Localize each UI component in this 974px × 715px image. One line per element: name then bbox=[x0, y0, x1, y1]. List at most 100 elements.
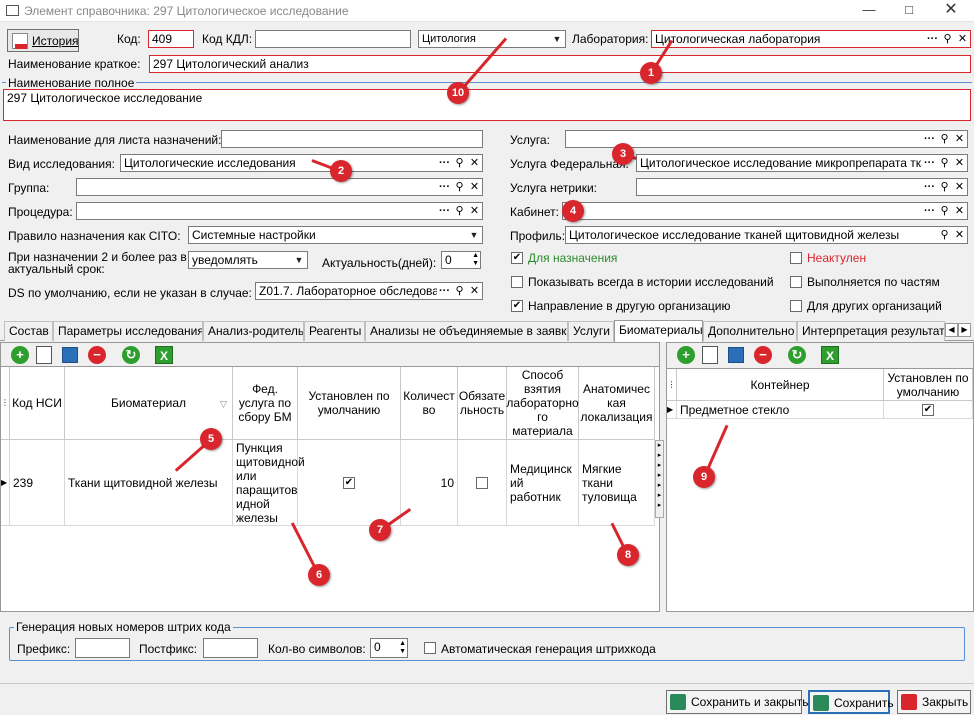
cell-checkbox[interactable]: ✔ bbox=[922, 403, 934, 416]
more-icon[interactable]: ··· bbox=[922, 203, 937, 219]
save-close-button[interactable]: Сохранить и закрыть bbox=[666, 690, 808, 714]
save-icon[interactable] bbox=[728, 347, 744, 363]
group-input[interactable]: ··· ⚲ ✕ bbox=[76, 178, 483, 196]
search-icon[interactable]: ⚲ bbox=[452, 155, 467, 171]
grid-header-1[interactable]: Код НСИ bbox=[10, 367, 65, 440]
tab-1[interactable]: Состав bbox=[4, 321, 53, 341]
edit-icon[interactable] bbox=[702, 346, 718, 364]
repeat-select[interactable]: уведомлять ▼ bbox=[188, 251, 308, 269]
ds-input[interactable]: Z01.7. Лабораторное обследование ··· ⚲ ✕ bbox=[255, 282, 483, 300]
more-icon[interactable]: ··· bbox=[922, 155, 937, 171]
actuality-stepper[interactable]: 0 ▲ ▼ bbox=[441, 251, 481, 269]
checkbox[interactable] bbox=[790, 300, 802, 312]
clear-icon[interactable]: ✕ bbox=[467, 203, 482, 219]
tab-4[interactable]: Реагенты bbox=[304, 321, 365, 341]
clear-icon[interactable]: ✕ bbox=[952, 131, 967, 147]
category-select[interactable]: Цитология ▼ bbox=[418, 30, 566, 48]
clear-icon[interactable]: ✕ bbox=[952, 203, 967, 219]
search-icon[interactable]: ⚲ bbox=[452, 283, 467, 299]
tab-9[interactable]: Интерпретация результат bbox=[797, 321, 945, 341]
checkbox[interactable] bbox=[511, 276, 523, 288]
clear-icon[interactable]: ✕ bbox=[952, 155, 967, 171]
tab-8[interactable]: Дополнительно bbox=[703, 321, 797, 341]
delete-icon[interactable]: − bbox=[88, 346, 106, 364]
close-window-icon[interactable]: ✕ bbox=[936, 0, 966, 22]
excel-icon[interactable]: X bbox=[155, 346, 173, 364]
checkbox[interactable]: ✔ bbox=[511, 252, 523, 264]
spin-icon[interactable]: ▲ ▼ bbox=[399, 640, 406, 656]
fed-service-input[interactable]: Цитологическое исследование микропрепара… bbox=[636, 154, 968, 172]
short-name-input[interactable]: 297 Цитологический анализ bbox=[149, 55, 971, 73]
grid-header-4[interactable]: Установлен по умолчанию bbox=[298, 367, 401, 440]
refresh-icon[interactable]: ↻ bbox=[788, 346, 806, 364]
refresh-icon[interactable]: ↻ bbox=[122, 346, 140, 364]
chevron-down-icon[interactable]: ▼ bbox=[291, 252, 307, 268]
procedure-input[interactable]: ··· ⚲ ✕ bbox=[76, 202, 483, 220]
search-icon[interactable]: ⚲ bbox=[937, 227, 952, 243]
tab-3[interactable]: Анализ-родитель bbox=[203, 321, 304, 341]
profile-input[interactable]: Цитологическое исследование тканей щитов… bbox=[565, 226, 968, 244]
grid-cell-required[interactable] bbox=[458, 440, 507, 526]
tab-scroll-left-icon[interactable]: ◀ bbox=[945, 323, 958, 337]
cito-select[interactable]: Системные настройки ▼ bbox=[188, 226, 483, 244]
grid-header-3[interactable]: Фед. услуга по сбору БМ bbox=[233, 367, 298, 440]
search-icon[interactable]: ⚲ bbox=[452, 203, 467, 219]
grid-header-container[interactable]: Контейнер bbox=[677, 369, 884, 401]
minimize-icon[interactable]: — bbox=[854, 0, 884, 22]
chevron-down-icon[interactable]: ▼ bbox=[466, 227, 482, 243]
grid-cell-quantity[interactable]: 10 bbox=[401, 440, 458, 526]
spin-icon[interactable]: ▲ ▼ bbox=[472, 252, 479, 268]
search-icon[interactable]: ⚲ bbox=[937, 203, 952, 219]
search-icon[interactable]: ⚲ bbox=[452, 179, 467, 195]
clear-icon[interactable]: ✕ bbox=[467, 155, 482, 171]
add-icon[interactable]: + bbox=[11, 346, 29, 364]
row-selector-icon[interactable]: ▶ bbox=[1, 440, 10, 526]
cell-checkbox[interactable]: ✔ bbox=[343, 476, 355, 489]
kdl-input[interactable] bbox=[255, 30, 411, 48]
search-icon[interactable]: ⚲ bbox=[937, 179, 952, 195]
more-icon[interactable]: ··· bbox=[437, 283, 452, 299]
grid-header-5[interactable]: Количест во bbox=[401, 367, 458, 440]
sort-icon[interactable]: ▽ bbox=[220, 399, 227, 410]
more-icon[interactable]: ··· bbox=[925, 31, 940, 47]
grid-cell-default[interactable]: ✔ bbox=[298, 440, 401, 526]
tab-6[interactable]: Услуги bbox=[568, 321, 614, 341]
postfix-input[interactable] bbox=[203, 638, 258, 658]
list-name-input[interactable] bbox=[221, 130, 483, 148]
more-icon[interactable]: ··· bbox=[437, 203, 452, 219]
grid-cell-fed_service[interactable]: Пункция щитовидной или паращитов идной ж… bbox=[233, 440, 305, 526]
clear-icon[interactable]: ✕ bbox=[952, 227, 967, 243]
prefix-input[interactable] bbox=[75, 638, 130, 658]
maximize-icon[interactable]: □ bbox=[894, 0, 924, 22]
grid-cell-location[interactable]: Мягкие ткани туловища bbox=[579, 440, 655, 526]
excel-icon[interactable]: X bbox=[821, 346, 839, 364]
close-button[interactable]: Закрыть bbox=[897, 690, 971, 714]
save-button[interactable]: Сохранить bbox=[808, 690, 894, 714]
tab-5[interactable]: Анализы не объединяемые в заявку bbox=[365, 321, 568, 341]
more-icon[interactable]: ··· bbox=[437, 155, 452, 171]
lab-input[interactable]: Цитологическая лаборатория ··· ⚲ ✕ bbox=[651, 30, 971, 48]
auto-barcode-checkbox[interactable] bbox=[424, 642, 436, 654]
grid-cell-container[interactable]: Предметное стекло bbox=[677, 401, 884, 419]
grid-cell-method[interactable]: Медицинск ий работник bbox=[507, 440, 579, 526]
splitter-handle[interactable]: ▸ ▸ ▸ ▸ ▸ ▸ ▸ bbox=[655, 440, 664, 518]
history-button[interactable]: История bbox=[7, 29, 79, 52]
edit-icon[interactable] bbox=[36, 346, 52, 364]
checkbox[interactable] bbox=[790, 252, 802, 264]
checkbox[interactable] bbox=[790, 276, 802, 288]
delete-icon[interactable]: − bbox=[754, 346, 772, 364]
chevron-down-icon[interactable]: ▼ bbox=[549, 31, 565, 47]
checkbox[interactable]: ✔ bbox=[511, 300, 523, 312]
search-icon[interactable]: ⚲ bbox=[937, 155, 952, 171]
clear-icon[interactable]: ✕ bbox=[955, 31, 970, 47]
clear-icon[interactable]: ✕ bbox=[952, 179, 967, 195]
more-icon[interactable]: ··· bbox=[437, 179, 452, 195]
full-name-input[interactable]: 297 Цитологическое исследование bbox=[3, 89, 971, 121]
more-icon[interactable]: ··· bbox=[922, 179, 937, 195]
search-icon[interactable]: ⚲ bbox=[937, 131, 952, 147]
clear-icon[interactable]: ✕ bbox=[467, 179, 482, 195]
more-icon[interactable]: ··· bbox=[922, 131, 937, 147]
tab-2[interactable]: Параметры исследования bbox=[53, 321, 203, 341]
cabinet-input[interactable]: ··· ⚲ ✕ bbox=[562, 202, 968, 220]
grid-header-6[interactable]: Обязате льность bbox=[458, 367, 507, 440]
